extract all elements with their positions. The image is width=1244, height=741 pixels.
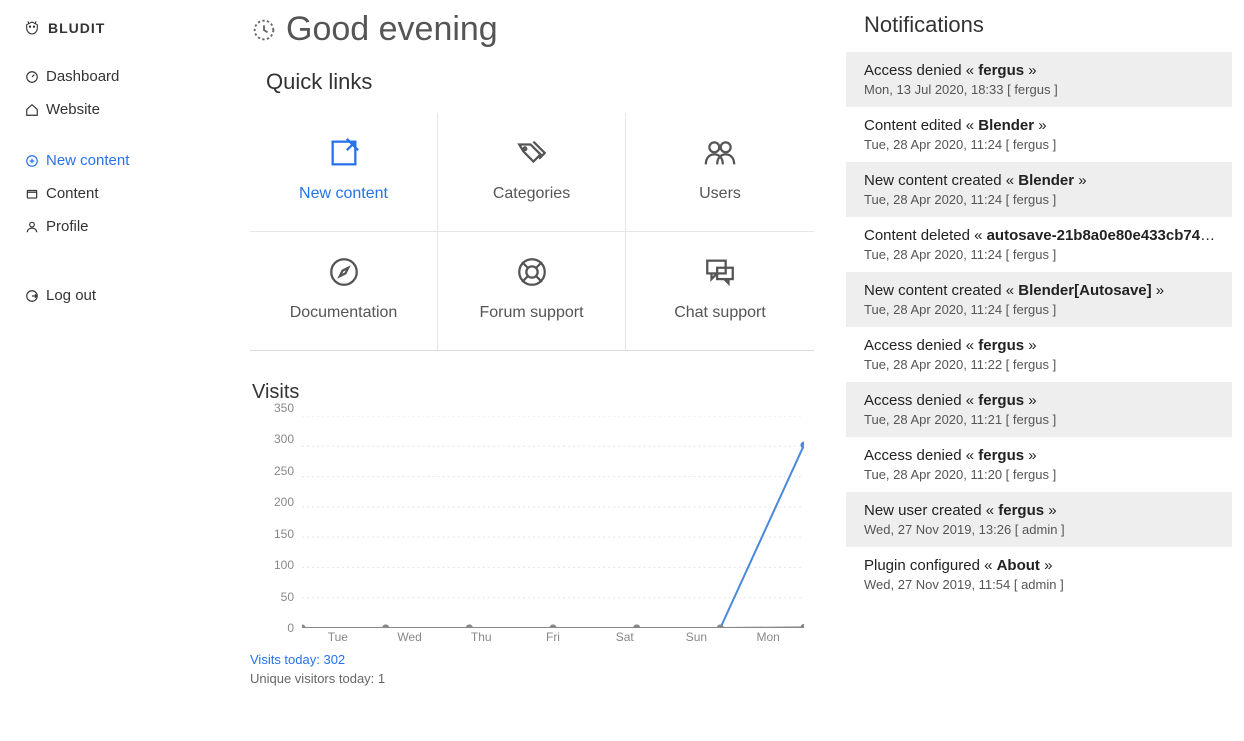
sidebar-item-label: New content: [46, 152, 129, 169]
quicklink-users[interactable]: Users: [626, 113, 814, 232]
notification-meta: Tue, 28 Apr 2020, 11:24 [ fergus ]: [864, 247, 1216, 262]
logout-icon: [24, 288, 40, 304]
notification-item[interactable]: Access denied « fergus » Tue, 28 Apr 2020…: [846, 437, 1232, 492]
notification-meta: Tue, 28 Apr 2020, 11:24 [ fergus ]: [864, 137, 1216, 152]
notification-meta: Tue, 28 Apr 2020, 11:21 [ fergus ]: [864, 412, 1216, 427]
quicklink-chat-support[interactable]: Chat support: [626, 232, 814, 350]
quicklink-new-content[interactable]: New content: [250, 113, 438, 232]
notification-text: Access denied « fergus »: [864, 447, 1216, 464]
notification-text: Content deleted « autosave-21b8a0e80e433…: [864, 227, 1216, 244]
notification-text: Content edited « Blender »: [864, 117, 1216, 134]
quicklinks-title: Quick links: [266, 69, 814, 95]
quicklink-label: New content: [260, 185, 427, 203]
sidebar-item-dashboard[interactable]: Dashboard: [0, 60, 230, 93]
unique-today-stat: Unique visitors today: 1: [250, 671, 814, 686]
visits-title: Visits: [252, 381, 814, 404]
chart-xtick: Wed: [374, 630, 446, 648]
notification-text: New content created « Blender »: [864, 172, 1216, 189]
notification-meta: Tue, 28 Apr 2020, 11:22 [ fergus ]: [864, 357, 1216, 372]
users-icon: [636, 135, 804, 171]
sidebar-item-website[interactable]: Website: [0, 93, 230, 126]
page-greeting: Good evening: [250, 10, 814, 49]
quicklink-label: Users: [636, 185, 804, 203]
chart-xtick: Mon: [732, 630, 804, 648]
notification-item[interactable]: Content edited « Blender » Tue, 28 Apr 20…: [846, 107, 1232, 162]
notification-item[interactable]: New user created « fergus » Wed, 27 Nov 2…: [846, 492, 1232, 547]
quicklinks-grid: New content Categories Users Documentati…: [250, 113, 814, 351]
folder-icon: [24, 186, 40, 202]
chart-ytick: 200: [274, 495, 294, 509]
notification-meta: Wed, 27 Nov 2019, 11:54 [ admin ]: [864, 577, 1216, 592]
main-content: Good evening Quick links New content Cat…: [230, 0, 844, 716]
notification-meta: Tue, 28 Apr 2020, 11:20 [ fergus ]: [864, 467, 1216, 482]
tags-icon: [448, 135, 615, 171]
notification-text: Access denied « fergus »: [864, 62, 1216, 79]
chart-ytick: 300: [274, 432, 294, 446]
chart-ytick: 100: [274, 558, 294, 572]
quicklink-label: Categories: [448, 185, 615, 203]
compass-icon: [260, 254, 427, 290]
notification-text: Access denied « fergus »: [864, 337, 1216, 354]
visits-today-stat: Visits today: 302: [250, 652, 814, 667]
plus-circle-icon: [24, 153, 40, 169]
quicklink-forum-support[interactable]: Forum support: [438, 232, 626, 350]
notification-item[interactable]: Access denied « fergus » Tue, 28 Apr 2020…: [846, 382, 1232, 437]
chart-xtick: Sun: [661, 630, 733, 648]
chart-ytick: 150: [274, 527, 294, 541]
quicklink-label: Documentation: [260, 304, 427, 322]
brand-logo[interactable]: BLUDIT: [0, 20, 230, 60]
lifebuoy-icon: [448, 254, 615, 290]
notification-text: New user created « fergus »: [864, 502, 1216, 519]
notification-item[interactable]: New content created « Blender » Tue, 28 A…: [846, 162, 1232, 217]
notification-text: New content created « Blender[Autosave] …: [864, 282, 1216, 299]
edit-icon: [260, 135, 427, 171]
sidebar-item-label: Profile: [46, 218, 89, 235]
quicklink-label: Forum support: [448, 304, 615, 322]
notifications-panel: Notifications Access denied « fergus » Mo…: [844, 0, 1244, 716]
chart-xtick: Tue: [302, 630, 374, 648]
notification-item[interactable]: Access denied « fergus » Mon, 13 Jul 2020…: [846, 52, 1232, 107]
chart-xtick: Sat: [589, 630, 661, 648]
notification-meta: Tue, 28 Apr 2020, 11:24 [ fergus ]: [864, 192, 1216, 207]
notification-item[interactable]: Access denied « fergus » Tue, 28 Apr 2020…: [846, 327, 1232, 382]
home-icon: [24, 102, 40, 118]
quicklink-documentation[interactable]: Documentation: [250, 232, 438, 350]
sidebar-item-new-content[interactable]: New content: [0, 144, 230, 177]
nav-list: Dashboard Website New content Content Pr…: [0, 60, 230, 312]
logo-icon: [24, 20, 40, 36]
chart-ytick: 0: [287, 621, 294, 635]
clock-icon: [250, 16, 278, 44]
quicklink-categories[interactable]: Categories: [438, 113, 626, 232]
notification-text: Access denied « fergus »: [864, 392, 1216, 409]
sidebar: BLUDIT Dashboard Website New content Con…: [0, 0, 230, 716]
visits-chart: 050100150200250300350 TueWedThuFriSatSun…: [252, 408, 814, 648]
sidebar-item-label: Dashboard: [46, 68, 119, 85]
notification-text: Plugin configured « About »: [864, 557, 1216, 574]
sidebar-item-label: Log out: [46, 287, 96, 304]
notifications-title: Notifications: [846, 12, 1232, 52]
brand-name: BLUDIT: [48, 20, 105, 36]
greeting-text: Good evening: [286, 10, 498, 49]
notification-item[interactable]: Plugin configured « About » Wed, 27 Nov 2…: [846, 547, 1232, 602]
chart-ytick: 50: [281, 590, 294, 604]
notification-item[interactable]: Content deleted « autosave-21b8a0e80e433…: [846, 217, 1232, 272]
gauge-icon: [24, 69, 40, 85]
notification-meta: Tue, 28 Apr 2020, 11:24 [ fergus ]: [864, 302, 1216, 317]
sidebar-item-content[interactable]: Content: [0, 177, 230, 210]
quicklink-label: Chat support: [636, 304, 804, 322]
chart-xtick: Thu: [445, 630, 517, 648]
notifications-list: Access denied « fergus » Mon, 13 Jul 2020…: [846, 52, 1232, 602]
notification-meta: Wed, 27 Nov 2019, 13:26 [ admin ]: [864, 522, 1216, 537]
notification-item[interactable]: New content created « Blender[Autosave] …: [846, 272, 1232, 327]
chart-xtick: Fri: [517, 630, 589, 648]
sidebar-item-profile[interactable]: Profile: [0, 210, 230, 243]
sidebar-item-label: Website: [46, 101, 100, 118]
sidebar-item-logout[interactable]: Log out: [0, 279, 230, 312]
chat-icon: [636, 254, 804, 290]
chart-ytick: 350: [274, 401, 294, 415]
user-icon: [24, 219, 40, 235]
sidebar-item-label: Content: [46, 185, 99, 202]
chart-ytick: 250: [274, 464, 294, 478]
notification-meta: Mon, 13 Jul 2020, 18:33 [ fergus ]: [864, 82, 1216, 97]
